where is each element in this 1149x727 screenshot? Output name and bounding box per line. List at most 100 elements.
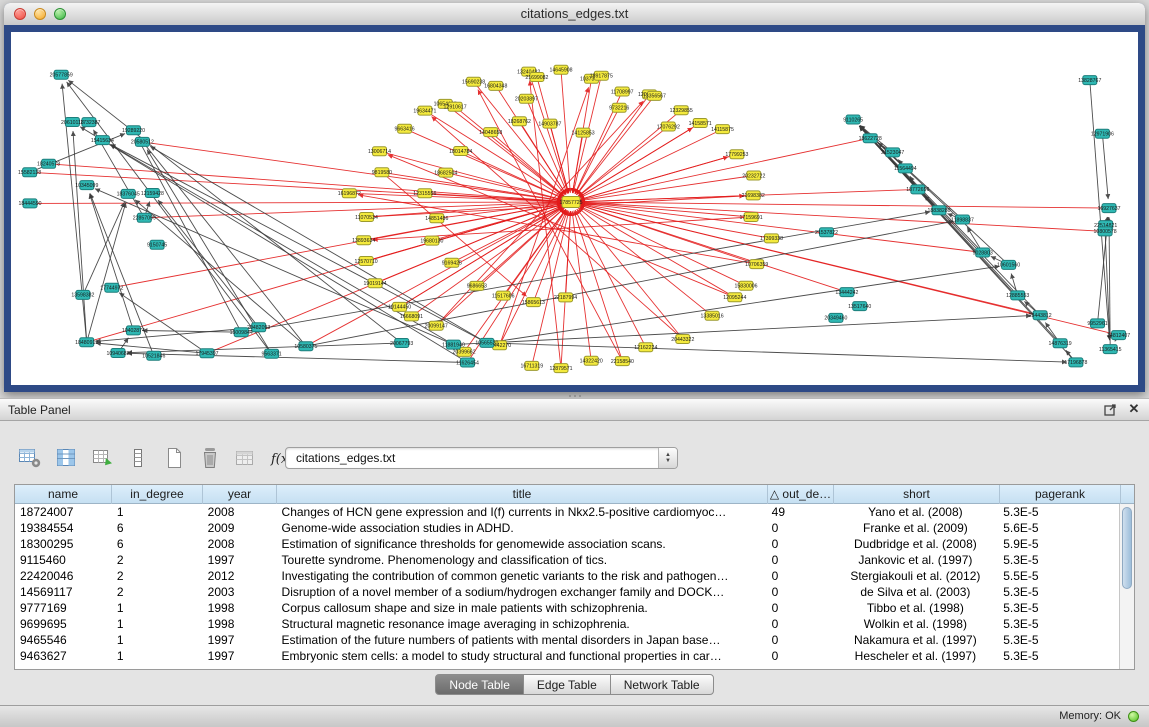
graph-node-label: 11898837	[951, 217, 974, 223]
attribute-table: namein_degreeyeartitle△ out_de…shortpage…	[14, 484, 1135, 670]
graph-node-label: 12910617	[444, 105, 467, 111]
graph-node-label: 18240578	[37, 162, 60, 168]
cell-in_degree: 2	[112, 584, 203, 600]
table-row[interactable]: 911546021997Tourette syndrome. Phenomeno…	[15, 552, 1119, 568]
network-canvas[interactable]: 1785772517159691173993381070635915830006…	[11, 32, 1138, 385]
graph-node-label: 17196878	[1064, 360, 1087, 366]
graph-node-label: 14158571	[689, 121, 712, 127]
graph-node-label: 17945397	[195, 351, 218, 357]
column-header-year[interactable]: year	[203, 485, 277, 504]
graph-node-label: 9732216	[609, 106, 629, 112]
graph-node-label: 9686653	[467, 284, 487, 290]
show-columns-button[interactable]	[52, 445, 79, 471]
table-body: 1872400712008Changes of HCN gene express…	[15, 504, 1119, 669]
graph-node-label: 14812407	[1107, 333, 1130, 339]
table-panel: Table Panel ✕	[0, 398, 1149, 727]
column-header-short[interactable]: short	[834, 485, 1000, 504]
graph-node-label: 14125853	[572, 130, 595, 136]
graph-node-label: 17159691	[740, 215, 763, 221]
graph-node-label: 17744972	[100, 286, 123, 292]
cell-year: 2009	[203, 520, 277, 536]
table-row[interactable]: 946362711997Embryonic stem cells: a mode…	[15, 648, 1119, 664]
graph-node-label: 10402874	[122, 328, 145, 334]
graph-node-label: 9150745	[147, 243, 167, 249]
graph-node-label: 20580512	[131, 140, 154, 146]
tab-node-table[interactable]: Node Table	[435, 674, 524, 695]
graph-node-label: 9663416	[394, 127, 414, 133]
graph-node-label: 13444242	[835, 290, 858, 296]
column-header-title[interactable]: title	[277, 485, 768, 504]
network-view-window: citations_edges.txt 17857725171596911739…	[4, 3, 1145, 392]
graph-node-label: 20443322	[671, 337, 694, 343]
cell-in_degree: 1	[112, 600, 203, 616]
window-titlebar[interactable]: citations_edges.txt	[4, 3, 1145, 26]
cell-pagerank: 5.3E-5	[998, 552, 1119, 568]
column-header-out_degree[interactable]: △ out_de…	[768, 485, 834, 504]
graph-node-label: 16196872	[338, 191, 361, 197]
graph-node-label: 11564494	[894, 166, 917, 172]
tab-network-table[interactable]: Network Table	[610, 674, 714, 695]
scrollbar-thumb[interactable]	[1122, 507, 1132, 589]
table-row[interactable]: 1938455462009Genome-wide association stu…	[15, 520, 1119, 536]
edit-table-button[interactable]	[88, 445, 115, 471]
graph-node-label: 17076292	[657, 124, 680, 130]
column-header-pagerank[interactable]: pagerank	[1000, 485, 1121, 504]
dropdown-stepper-icon: ▲▼	[658, 448, 677, 468]
memory-ok-indicator	[1128, 711, 1139, 722]
cell-title: Estimation of the future numbers of pati…	[277, 632, 767, 648]
rows-button[interactable]	[124, 445, 151, 471]
graph-node-label: 21523047	[881, 150, 904, 156]
cell-in_degree: 2	[112, 568, 203, 584]
graph-node-label: 14851486	[425, 216, 448, 222]
table-row[interactable]: 1830029562008Estimation of significance …	[15, 536, 1119, 552]
application-window: citations_edges.txt 17857725171596911739…	[0, 0, 1149, 727]
graph-node-label: 18917875	[590, 74, 613, 80]
cell-year: 1998	[203, 616, 277, 632]
graph-node-label: 19289220	[122, 128, 145, 134]
table-row[interactable]: 2242004622012Investigating the contribut…	[15, 568, 1119, 584]
table-row[interactable]: 1872400712008Changes of HCN gene express…	[15, 504, 1119, 520]
graph-node-label: 20349460	[824, 316, 847, 322]
graph-node-label: 20577859	[50, 73, 73, 79]
cell-title: Disruption of a novel member of a sodium…	[277, 584, 767, 600]
graph-node-label: 18622728	[859, 136, 882, 142]
graph-node-label: 9169425	[442, 261, 462, 267]
graph-node-label: 14876319	[1049, 341, 1072, 347]
cell-out_degree: 0	[767, 600, 833, 616]
graph-node-label: 16711319	[520, 364, 543, 370]
graph-node-label: 17399338	[760, 236, 783, 242]
cell-title: Embryonic stem cells: a model to study s…	[277, 648, 767, 664]
column-header-name[interactable]: name	[15, 485, 112, 504]
graph-node-label: 21537822	[815, 230, 838, 236]
float-panel-icon[interactable]	[1103, 402, 1117, 416]
cell-in_degree: 6	[112, 536, 203, 552]
graph-node-label: 10345099	[75, 183, 98, 189]
graph-node-label: 20099147	[425, 324, 448, 330]
table-row[interactable]: 946554611997Estimation of the future num…	[15, 632, 1119, 648]
cell-pagerank: 5.3E-5	[998, 616, 1119, 632]
table-selector-dropdown[interactable]: citations_edges.txt ▲▼	[285, 447, 678, 469]
table-row[interactable]: 977716911998Corpus callosum shape and si…	[15, 600, 1119, 616]
table-vertical-scrollbar[interactable]	[1119, 504, 1134, 669]
cell-in_degree: 1	[112, 504, 203, 520]
delete-button[interactable]	[196, 445, 223, 471]
close-panel-icon[interactable]: ✕	[1127, 402, 1141, 416]
tab-edge-table[interactable]: Edge Table	[523, 674, 611, 695]
cell-short: Yano et al. (2008)	[833, 504, 999, 520]
graph-node-label: 12315556	[413, 191, 436, 197]
cell-out_degree: 0	[767, 552, 833, 568]
table-row[interactable]: 969969511998Structural magnetic resonanc…	[15, 616, 1119, 632]
cell-pagerank: 5.9E-5	[998, 536, 1119, 552]
column-settings-button[interactable]	[16, 445, 43, 471]
window-title: citations_edges.txt	[4, 6, 1145, 21]
graph-node-label: 18014784	[449, 149, 472, 155]
table-row[interactable]: 1456911722003Disruption of a novel membe…	[15, 584, 1119, 600]
network-graph[interactable]: 1785772517159691173993381070635915830006…	[11, 32, 1138, 385]
graph-node-label: 18480919	[75, 340, 98, 346]
column-header-in_degree[interactable]: in_degree	[112, 485, 203, 504]
cell-name: 18300295	[15, 536, 112, 552]
cell-year: 2012	[203, 568, 277, 584]
import-table-button[interactable]	[232, 445, 259, 471]
graph-node-label: 15865613	[522, 300, 545, 306]
new-file-button[interactable]	[160, 445, 187, 471]
